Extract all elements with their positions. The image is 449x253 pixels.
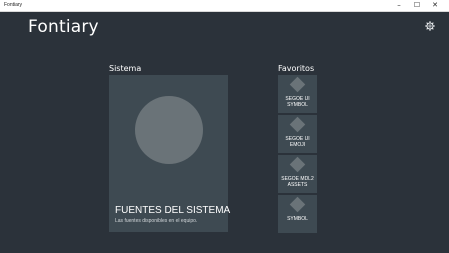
- system-fonts-subtitle: Las fuentes disponibles en el equipo.: [115, 218, 198, 224]
- favorite-font-label: SYMBOL: [287, 216, 308, 222]
- gear-icon[interactable]: [425, 21, 435, 31]
- font-placeholder-icon: [289, 76, 306, 93]
- favorites-section-label: Favoritos: [278, 64, 315, 73]
- font-placeholder-icon: [289, 116, 306, 133]
- close-button[interactable]: ✕: [427, 0, 443, 11]
- favorite-font-tile[interactable]: SEGOE UI EMOJI: [278, 115, 317, 153]
- window-titlebar: Fontiary – ☐ ✕: [0, 0, 449, 12]
- system-fonts-heading: FUENTES DEL SISTEMA: [115, 205, 231, 216]
- minimize-button[interactable]: –: [391, 0, 407, 11]
- favorite-font-tile[interactable]: SYMBOL: [278, 195, 317, 233]
- favorite-font-label: SEGOE UI SYMBOL: [285, 96, 310, 108]
- system-fonts-tile[interactable]: FUENTES DEL SISTEMA Las fuentes disponib…: [109, 75, 231, 232]
- favorite-font-tile[interactable]: SEGOE UI SYMBOL: [278, 75, 317, 113]
- font-placeholder-icon: [289, 156, 306, 173]
- maximize-button[interactable]: ☐: [409, 0, 425, 11]
- system-fonts-placeholder-image: [135, 96, 203, 164]
- font-placeholder-icon: [289, 196, 306, 213]
- app-title: Fontiary: [28, 17, 99, 37]
- favorite-font-label: SEGOE UI EMOJI: [285, 136, 310, 148]
- window-title: Fontiary: [4, 2, 23, 8]
- favorite-font-label: SEGOE MDL2 ASSETS: [281, 176, 314, 188]
- favorite-font-tile[interactable]: SEGOE MDL2 ASSETS: [278, 155, 317, 193]
- system-section-label: Sistema: [109, 64, 142, 73]
